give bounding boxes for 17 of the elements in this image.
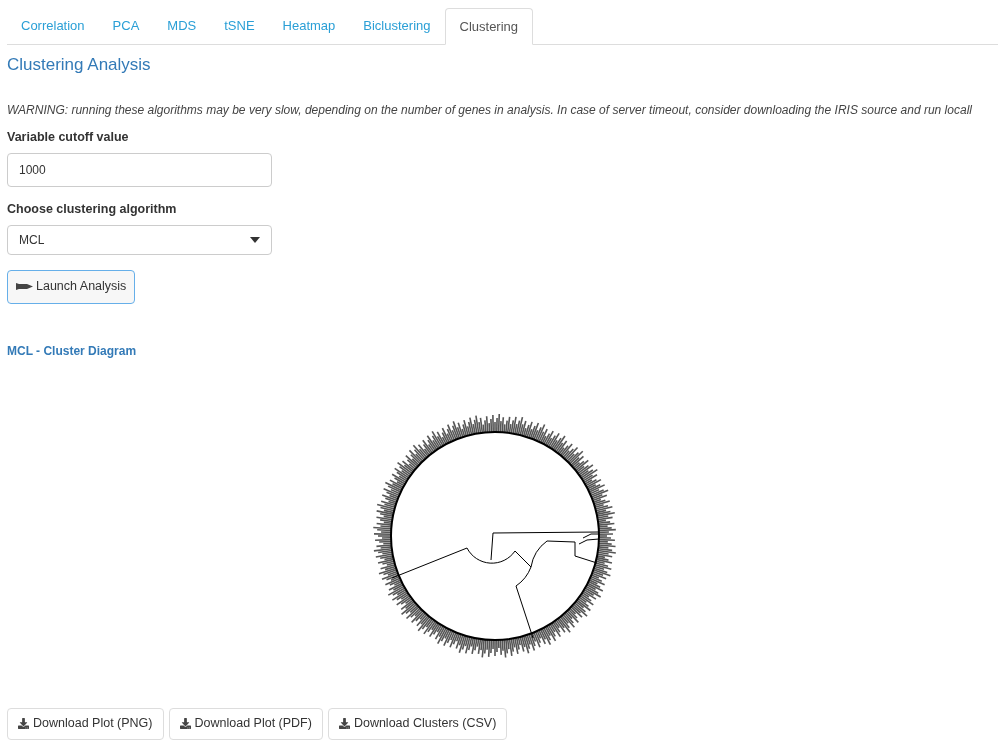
section-title: Clustering Analysis [7, 54, 152, 76]
download-icon [179, 718, 191, 729]
rocket-icon [16, 282, 33, 291]
download-icon [18, 718, 29, 729]
download-button[interactable]: Download Plot (PNG) [7, 707, 164, 740]
field-label: Choose clustering algorithm [7, 200, 178, 218]
algorithm-select[interactable]: MCL [7, 224, 272, 255]
download-icon [338, 718, 350, 729]
tab[interactable]: Clustering [444, 8, 534, 45]
cutoff-input[interactable]: 1000 [7, 152, 272, 187]
warning-text: WARNING: running these algorithms may be very slow, depending on the number of genes in analysis. In case of server timeout, consider downloading the IRIS source and run locall [7, 102, 973, 119]
plot-title: MCL - Cluster Diagram [7, 342, 138, 360]
download-button[interactable]: Download Plot (PDF) [168, 707, 323, 740]
field-label: Variable cutoff value [7, 129, 130, 146]
launch-button[interactable]: Launch Analysis [7, 269, 136, 304]
caret-icon [250, 236, 260, 243]
download-button[interactable]: Download Clusters (CSV) [327, 707, 508, 740]
